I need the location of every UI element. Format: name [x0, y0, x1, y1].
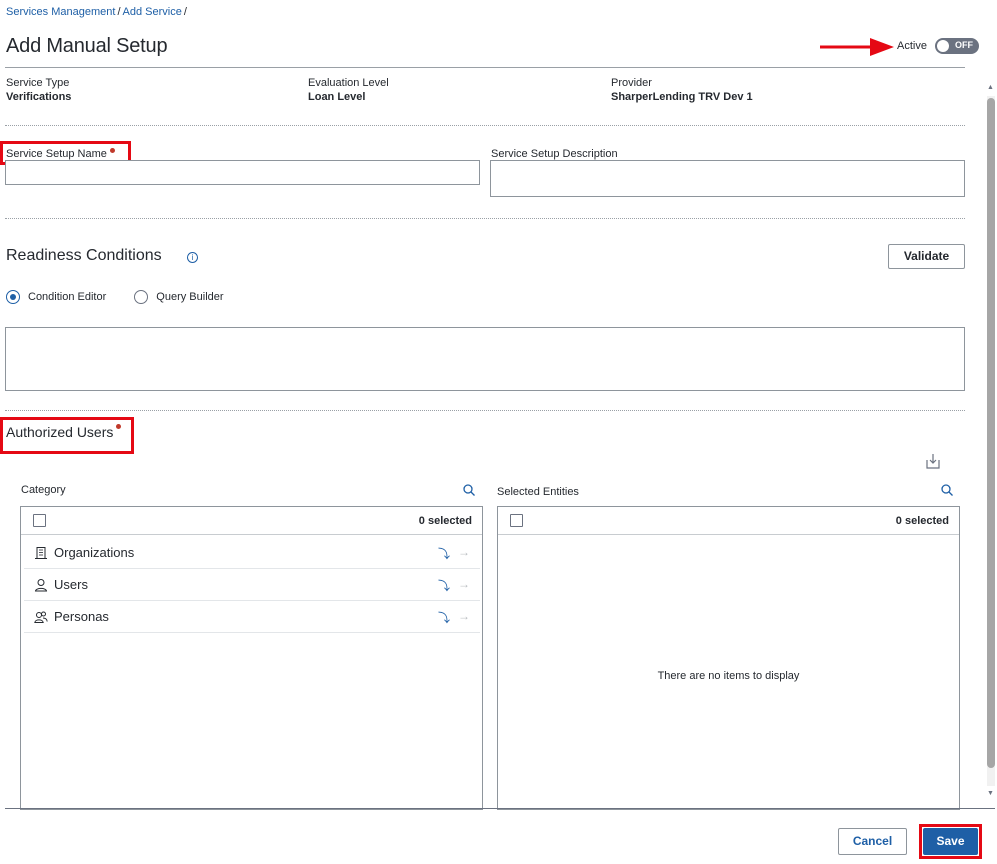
condition-editor-label[interactable]: Condition Editor — [28, 291, 106, 303]
empty-state-message: There are no items to display — [657, 670, 800, 682]
list-item-users[interactable]: Users ⤵ → — [24, 569, 480, 601]
list-item-organizations[interactable]: Organizations ⤵ → — [24, 537, 480, 569]
authorized-users-title: Authorized Users — [6, 424, 114, 440]
setup-name-label-wrap: Service Setup Name — [6, 148, 115, 160]
evaluation-level-value: Loan Level — [308, 91, 366, 103]
selected-count: 0 selected — [418, 514, 472, 527]
required-indicator — [109, 148, 115, 153]
selected-count: 0 selected — [895, 514, 949, 527]
scroll-down-icon[interactable]: ▼ — [987, 790, 994, 797]
breadcrumb-separator: / — [183, 6, 187, 18]
list-item-label: Personas — [54, 609, 109, 624]
condition-mode-group: Condition Editor Query Builder — [6, 290, 224, 304]
toggle-knob — [937, 40, 949, 52]
section-divider — [5, 410, 965, 411]
move-controls: ⤵ → — [438, 545, 470, 562]
required-indicator — [116, 424, 122, 429]
service-type-label: Service Type — [6, 77, 70, 89]
setup-name-input[interactable] — [5, 160, 480, 185]
service-type-info: Service Type Verifications — [6, 77, 71, 103]
user-icon — [34, 578, 48, 591]
evaluation-level-info: Evaluation Level Loan Level — [308, 77, 389, 103]
setup-description-label: Service Setup Description — [491, 148, 618, 160]
list-item-label: Organizations — [54, 545, 135, 560]
move-down-right-icon[interactable]: ⤵ — [438, 577, 450, 594]
category-panel-header: 0 selected — [21, 507, 482, 535]
authorized-users-title-wrap: Authorized Users — [6, 424, 122, 440]
list-item-personas[interactable]: Personas ⤵ → — [24, 601, 480, 633]
select-all-checkbox[interactable] — [33, 514, 46, 527]
arrow-right-icon[interactable]: → — [458, 577, 470, 594]
category-list: Organizations ⤵ → Users ⤵ → Personas ⤵ → — [24, 537, 480, 633]
evaluation-level-label: Evaluation Level — [308, 77, 389, 89]
arrow-right-icon[interactable]: → — [458, 609, 470, 626]
page-title: Add Manual Setup — [6, 35, 168, 57]
search-icon[interactable] — [940, 483, 954, 497]
query-builder-label[interactable]: Query Builder — [156, 291, 223, 303]
breadcrumb: Services Management / Add Service / — [6, 6, 189, 18]
active-toggle[interactable]: OFF — [935, 38, 979, 54]
active-toggle-area: Active OFF — [897, 38, 979, 54]
scrollbar-thumb[interactable] — [987, 98, 995, 768]
export-icon[interactable] — [924, 452, 942, 470]
section-divider — [5, 218, 965, 219]
annotation-arrow-icon — [820, 38, 894, 56]
provider-label: Provider — [611, 77, 652, 89]
footer-divider — [5, 808, 995, 809]
search-icon[interactable] — [462, 483, 476, 497]
condition-editor-textarea[interactable] — [5, 327, 965, 391]
move-down-right-icon[interactable]: ⤵ — [438, 545, 450, 562]
scroll-up-icon[interactable]: ▲ — [987, 84, 994, 91]
provider-value: SharperLending TRV Dev 1 — [611, 91, 753, 103]
select-all-checkbox[interactable] — [510, 514, 523, 527]
service-type-value: Verifications — [6, 91, 72, 103]
save-button[interactable]: Save — [923, 828, 978, 855]
setup-description-input[interactable] — [490, 160, 965, 197]
move-down-right-icon[interactable]: ⤵ — [438, 609, 450, 626]
selected-entities-label: Selected Entities — [497, 486, 579, 498]
title-divider — [5, 67, 965, 68]
validate-button[interactable]: Validate — [888, 244, 965, 269]
cancel-button[interactable]: Cancel — [838, 828, 907, 855]
setup-name-label: Service Setup Name — [6, 148, 107, 160]
section-divider — [5, 125, 965, 126]
selected-entities-panel: 0 selected There are no items to display — [497, 506, 960, 810]
page-scrollbar[interactable]: ▲ ▼ — [985, 84, 995, 800]
selected-panel-header: 0 selected — [498, 507, 959, 535]
move-controls: ⤵ → — [438, 577, 470, 594]
readiness-conditions-title: Readiness Conditions — [6, 247, 162, 264]
arrow-right-icon[interactable]: → — [458, 545, 470, 562]
query-builder-radio[interactable] — [134, 290, 149, 304]
breadcrumb-services-management[interactable]: Services Management — [6, 6, 115, 18]
category-label: Category — [21, 484, 66, 496]
info-icon[interactable]: i — [187, 252, 198, 263]
breadcrumb-add-service[interactable]: Add Service — [123, 6, 182, 18]
breadcrumb-separator: / — [117, 6, 121, 18]
users-icon — [34, 611, 48, 623]
category-panel: 0 selected Organizations ⤵ → Users ⤵ → P… — [20, 506, 483, 810]
list-item-label: Users — [54, 577, 88, 592]
active-label: Active — [897, 40, 927, 52]
toggle-state-text: OFF — [955, 40, 973, 50]
provider-info: Provider SharperLending TRV Dev 1 — [611, 77, 753, 103]
condition-editor-radio[interactable] — [6, 290, 20, 304]
building-icon — [35, 546, 47, 559]
move-controls: ⤵ → — [438, 609, 470, 626]
